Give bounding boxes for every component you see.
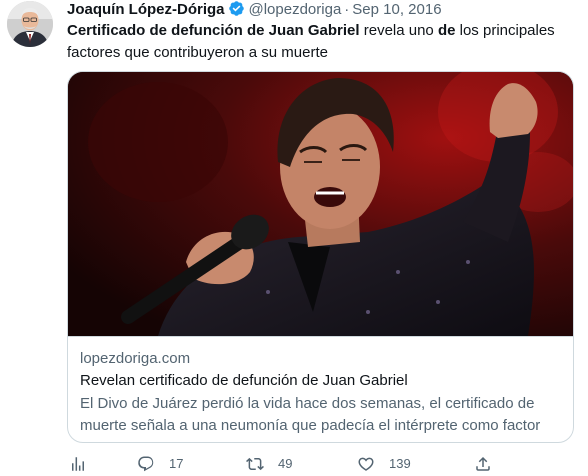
reply-button[interactable]: 17 bbox=[137, 452, 183, 476]
reply-icon bbox=[138, 456, 154, 472]
tweet-date[interactable]: Sep 10, 2016 bbox=[352, 1, 441, 18]
tweet-text-segment: revela uno bbox=[359, 22, 438, 39]
tweet-text-bold-word: de bbox=[437, 22, 456, 39]
like-count: 139 bbox=[389, 456, 411, 471]
retweet-button[interactable]: 49 bbox=[246, 452, 292, 476]
retweet-icon bbox=[246, 457, 264, 471]
tweet-header: Joaquín López-Dóriga @lopezdoriga · Sep 10,… bbox=[67, 0, 442, 22]
avatar[interactable] bbox=[7, 1, 53, 47]
card-divider bbox=[68, 336, 573, 337]
singer-photo bbox=[68, 72, 573, 336]
card-title[interactable]: Revelan certificado de defunción de Juan… bbox=[80, 371, 408, 391]
tweet-actions: 17 49 139 bbox=[0, 452, 588, 476]
separator-dot: · bbox=[344, 1, 350, 18]
retweet-count: 49 bbox=[278, 456, 293, 471]
analytics-icon bbox=[72, 457, 84, 471]
share-button[interactable] bbox=[474, 452, 492, 476]
card-domain[interactable]: lopezdoriga.com bbox=[80, 349, 190, 369]
avatar-image bbox=[7, 1, 53, 47]
author-display-name[interactable]: Joaquín López-Dóriga bbox=[67, 1, 225, 18]
link-preview-card[interactable]: lopezdoriga.com Revelan certificado de d… bbox=[67, 71, 574, 443]
heart-icon bbox=[358, 457, 374, 471]
tweet[interactable]: Joaquín López-Dóriga @lopezdoriga · Sep 10,… bbox=[0, 0, 588, 476]
verified-badge-icon bbox=[228, 1, 244, 16]
reply-count: 17 bbox=[169, 456, 184, 471]
card-description[interactable]: El Divo de Juárez perdió la vida hace do… bbox=[80, 393, 565, 437]
analytics-button[interactable] bbox=[69, 452, 87, 476]
tweet-text-bold-headline: Certificado de defunción de Juan Gabriel bbox=[67, 22, 360, 39]
card-image[interactable] bbox=[68, 72, 573, 336]
author-handle[interactable]: @lopezdoriga bbox=[249, 1, 342, 18]
like-button[interactable]: 139 bbox=[357, 452, 411, 476]
tweet-text: Certificado de defunción de Juan Gabriel… bbox=[67, 20, 577, 64]
share-icon bbox=[476, 456, 490, 471]
